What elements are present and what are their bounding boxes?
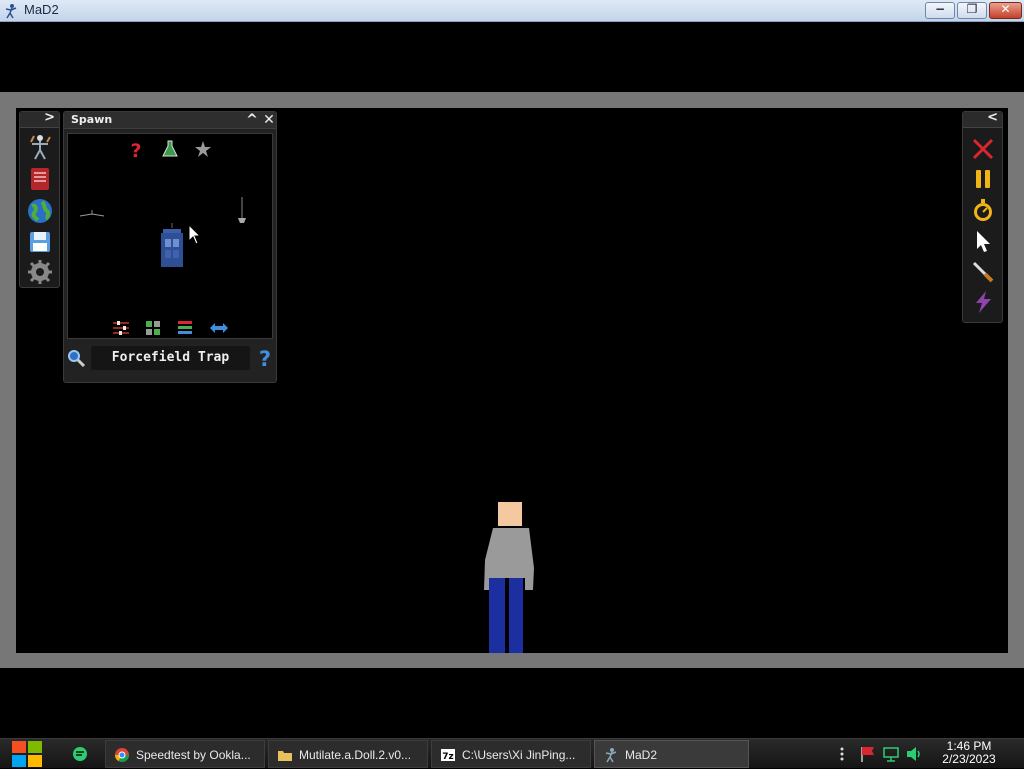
lightning-icon[interactable] <box>971 290 995 314</box>
taskbar-item-label: Mutilate.a.Doll.2.v0... <box>299 748 412 762</box>
maximize-icon: ❐ <box>966 2 978 16</box>
sliders-icon[interactable] <box>112 320 130 336</box>
taskbar-item-7zip[interactable]: 7z C:\Users\Xi JinPing... <box>431 740 591 768</box>
ragdoll-figure[interactable] <box>471 498 551 653</box>
right-toolbar-collapse-button[interactable]: < <box>987 110 998 125</box>
taskbar-item-speedtest[interactable]: Speedtest by Ookla... <box>105 740 265 768</box>
mouse-cursor-icon <box>188 224 202 245</box>
spawn-item-platform[interactable] <box>78 208 106 218</box>
volume-icon[interactable] <box>905 745 923 763</box>
save-icon[interactable] <box>27 229 53 255</box>
flask-icon[interactable] <box>162 140 178 158</box>
spawn-search-field[interactable]: Forcefield Trap <box>91 346 250 370</box>
star-icon[interactable] <box>194 140 212 158</box>
overflow-menu-icon[interactable] <box>838 746 846 762</box>
app-icon <box>5 4 17 19</box>
spawn-item-forcefield-trap[interactable] <box>157 222 187 270</box>
ragdoll-left-leg <box>489 578 505 653</box>
window-title: MaD2 <box>24 2 59 17</box>
right-toolbar-header: < <box>963 110 1002 128</box>
spawn-collapse-button[interactable]: ^ <box>244 113 260 128</box>
left-toolbar: > <box>19 110 60 288</box>
help-icon[interactable]: ? <box>257 347 273 369</box>
ragdoll-head <box>498 502 522 526</box>
mad2-icon <box>605 748 617 763</box>
list-icon[interactable] <box>177 320 193 336</box>
spawn-close-button[interactable]: ✕ <box>261 113 277 128</box>
ragdoll-right-leg <box>509 578 523 653</box>
svg-text:?: ? <box>130 140 141 160</box>
gear-icon[interactable] <box>27 259 53 285</box>
right-toolbar: < <box>962 110 1003 323</box>
maximize-button[interactable]: ❐ <box>957 2 987 19</box>
close-icon: ✕ <box>1000 2 1011 16</box>
spawn-panel-header[interactable]: Spawn ^ ✕ <box>64 112 276 129</box>
stopwatch-icon[interactable] <box>971 198 995 222</box>
spawn-panel: Spawn ^ ✕ ? Forcefield Trap ? <box>63 111 277 383</box>
svg-text:?: ? <box>259 347 271 369</box>
minimize-button[interactable]: − <box>925 2 955 19</box>
network-icon[interactable] <box>882 745 900 763</box>
knife-icon[interactable] <box>971 260 995 284</box>
clock-date: 2/23/2023 <box>942 752 996 766</box>
left-toolbar-header: > <box>20 110 59 128</box>
search-icon[interactable] <box>67 349 85 367</box>
question-icon[interactable]: ? <box>128 140 144 160</box>
taskbar-clock[interactable]: 1:46 PM 2/23/2023 <box>932 740 1006 766</box>
taskbar-item-label: Speedtest by Ookla... <box>136 748 251 762</box>
action-center-flag-icon[interactable] <box>859 745 877 763</box>
close-button[interactable]: ✕ <box>989 2 1022 19</box>
cursor-icon[interactable] <box>971 229 995 253</box>
close-x-icon[interactable] <box>971 137 995 161</box>
grid-icon[interactable] <box>145 320 161 336</box>
taskbar-item-mad2[interactable]: MaD2 <box>594 740 749 768</box>
pause-icon[interactable] <box>971 167 995 191</box>
taskbar-item-label: C:\Users\Xi JinPing... <box>462 748 576 762</box>
svg-text:7z: 7z <box>442 752 454 762</box>
left-toolbar-collapse-button[interactable]: > <box>44 110 55 125</box>
spawn-item-area: ? <box>67 133 273 339</box>
chat-app-icon[interactable] <box>72 746 88 762</box>
spawn-item-hanging-lamp[interactable] <box>236 196 248 226</box>
window-titlebar: MaD2 − ❐ ✕ <box>0 0 1024 22</box>
swap-arrows-icon[interactable] <box>208 320 230 336</box>
taskbar-item-mutilate-folder[interactable]: Mutilate.a.Doll.2.v0... <box>268 740 428 768</box>
globe-icon[interactable] <box>27 198 53 224</box>
taskbar-item-label: MaD2 <box>625 748 658 762</box>
folder-icon <box>278 751 292 761</box>
minimize-icon: − <box>934 2 946 16</box>
spawn-panel-footer: Forcefield Trap ? <box>64 342 276 374</box>
taskbar: Speedtest by Ookla... Mutilate.a.Doll.2.… <box>0 738 1024 768</box>
spawn-panel-title: Spawn <box>71 113 113 126</box>
7zip-icon: 7z <box>441 749 455 762</box>
spawn-search-value: Forcefield Trap <box>111 350 230 365</box>
book-icon[interactable] <box>27 166 53 192</box>
chrome-icon <box>115 748 129 762</box>
ragdoll-icon[interactable] <box>27 134 53 160</box>
start-button-icon[interactable] <box>10 739 44 769</box>
